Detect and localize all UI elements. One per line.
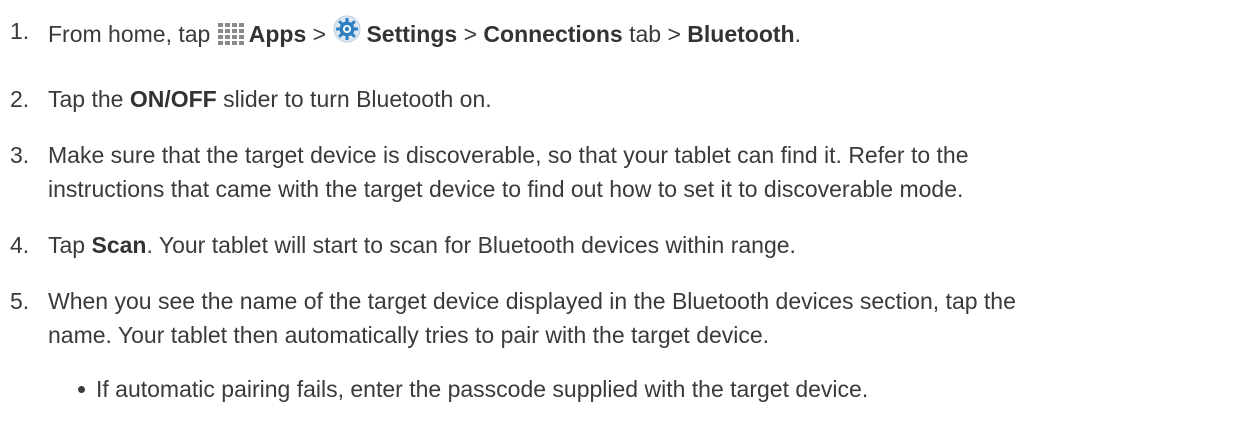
step-text: Tap Scan. Your tablet will start to scan… bbox=[48, 232, 796, 258]
settings-label: Settings bbox=[366, 21, 458, 47]
step-number: 5. bbox=[10, 288, 30, 314]
settings-gear-icon bbox=[332, 14, 362, 53]
bluetooth-label: Bluetooth bbox=[687, 21, 795, 47]
step-number: 2. bbox=[10, 86, 30, 112]
instructions-document: 1. From home, tap Apps > Settings > Conn… bbox=[0, 0, 1238, 423]
step-text: When you see the name of the target devi… bbox=[48, 288, 1016, 348]
bullet-text: If automatic pairing fails, enter the pa… bbox=[96, 376, 869, 402]
on-off-label: ON/OFF bbox=[129, 86, 217, 112]
step-number: 3. bbox=[10, 142, 30, 168]
apps-label: Apps bbox=[248, 21, 307, 47]
scan-label: Scan bbox=[91, 232, 147, 258]
step-number: 1. bbox=[10, 18, 30, 44]
step-text: From home, tap Apps > Settings > Connect… bbox=[48, 14, 1218, 55]
connections-label: Connections bbox=[483, 21, 623, 47]
step-number: 4. bbox=[10, 232, 30, 258]
step-text: Make sure that the target device is disc… bbox=[48, 142, 969, 202]
bullet-dot bbox=[78, 386, 85, 393]
step-text: Tap the ON/OFF slider to turn Bluetooth … bbox=[48, 86, 492, 112]
apps-grid-icon bbox=[217, 21, 245, 55]
